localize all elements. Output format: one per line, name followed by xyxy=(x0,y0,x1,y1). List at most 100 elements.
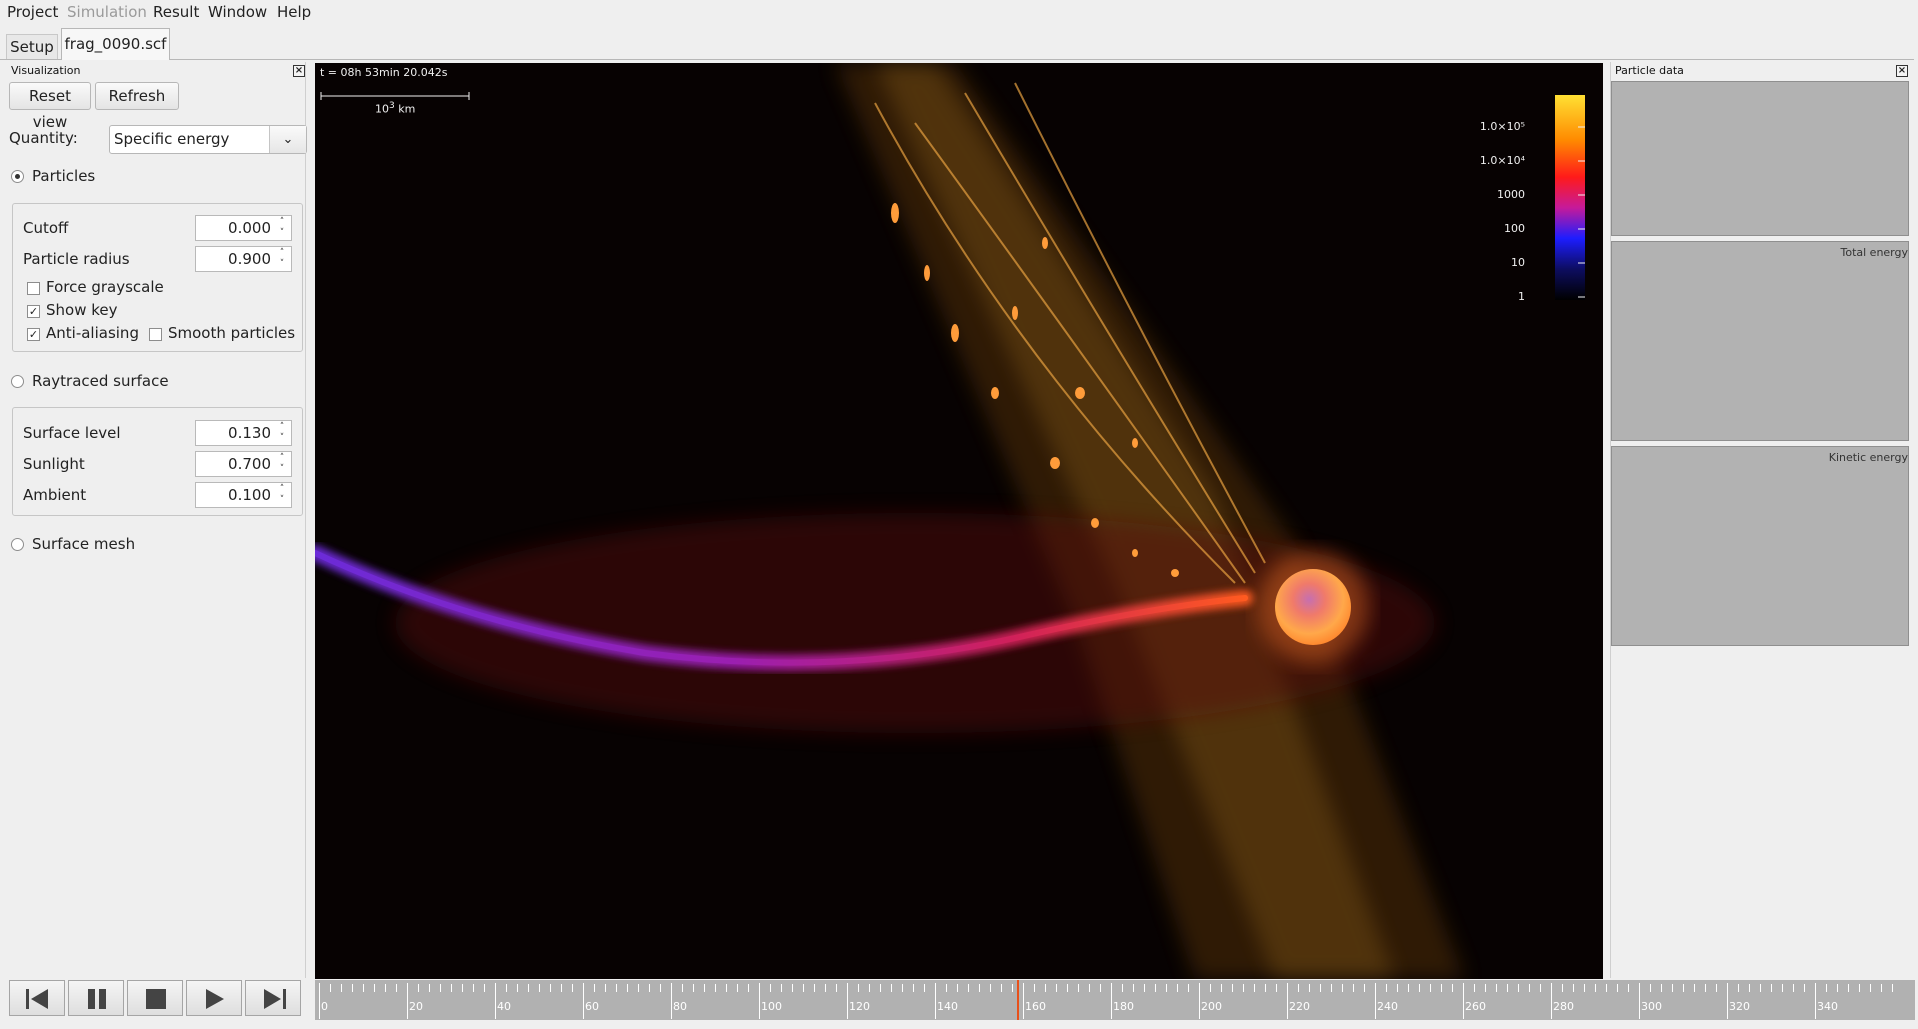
colorbar-label: 10 xyxy=(1511,256,1525,269)
ambient-spinbox[interactable]: 0.100 ˄ ˅ xyxy=(195,482,292,508)
timeline-minor-tick xyxy=(1001,984,1002,992)
timeline-minor-tick xyxy=(1298,984,1299,992)
step-forward-button[interactable] xyxy=(245,980,301,1016)
spin-arrows-icon[interactable]: ˄ ˅ xyxy=(275,422,289,444)
timeline-minor-tick xyxy=(1397,984,1398,992)
timeline-minor-tick xyxy=(638,984,639,992)
render-viewport[interactable]: t = 08h 53min 20.042s 103 km 1.0×10⁵ 1.0… xyxy=(315,63,1603,979)
timeline-minor-tick xyxy=(484,984,485,992)
particle-data-panel: Particle data × Total energy Kinetic ene… xyxy=(1610,62,1913,978)
timeline-cursor[interactable] xyxy=(1017,980,1019,1020)
timeline-minor-tick xyxy=(1408,984,1409,992)
surface-mesh-radio[interactable] xyxy=(11,538,24,551)
timeline-minor-tick xyxy=(1276,984,1277,992)
timeline-minor-tick xyxy=(1133,984,1134,992)
menu-project[interactable]: Project xyxy=(7,3,58,21)
particle-render xyxy=(315,63,1585,979)
raytrace-group: Surface level 0.130 ˄ ˅ Sunlight 0.700 ˄ ˅… xyxy=(12,407,303,516)
anti-aliasing-label: Anti-aliasing xyxy=(46,324,139,342)
timeline-tick xyxy=(1375,983,1376,1019)
total-energy-plot[interactable]: Total energy xyxy=(1611,241,1909,441)
menu-simulation[interactable]: Simulation xyxy=(67,3,147,21)
spin-arrows-icon[interactable]: ˄ ˅ xyxy=(275,484,289,506)
raytraced-radio[interactable] xyxy=(11,375,24,388)
panel-title: Particle data xyxy=(1615,64,1684,77)
timeline-label: 300 xyxy=(1641,1000,1662,1013)
spin-arrows-icon[interactable]: ˄ ˅ xyxy=(275,248,289,270)
particle-plot[interactable] xyxy=(1611,81,1909,236)
surface-level-spinbox[interactable]: 0.130 ˄ ˅ xyxy=(195,420,292,446)
reset-view-button[interactable]: Reset view xyxy=(9,82,91,131)
menu-result[interactable]: Result xyxy=(153,3,199,21)
scale-base: 10 xyxy=(375,102,389,116)
timeline-label: 80 xyxy=(673,1000,687,1013)
menu-help[interactable]: Help xyxy=(277,3,311,21)
timeline-minor-tick xyxy=(605,984,606,992)
time-label: t = 08h 53min 20.042s xyxy=(320,66,448,79)
timeline-minor-tick xyxy=(1881,984,1882,992)
timeline-label: 340 xyxy=(1817,1000,1838,1013)
radius-spinbox[interactable]: 0.900 ˄ ˅ xyxy=(195,246,292,272)
timeline-label: 160 xyxy=(1025,1000,1046,1013)
timeline-minor-tick xyxy=(1122,984,1123,992)
timeline-tick xyxy=(671,983,672,1019)
cutoff-spinbox[interactable]: 0.000 ˄ ˅ xyxy=(195,215,292,241)
timeline-tick xyxy=(1639,983,1640,1019)
step-back-button[interactable] xyxy=(9,980,65,1016)
timeline-minor-tick xyxy=(803,984,804,992)
timeline-minor-tick xyxy=(924,984,925,992)
timeline-minor-tick xyxy=(1584,984,1585,992)
timeline-minor-tick xyxy=(1188,984,1189,992)
close-icon[interactable]: × xyxy=(1896,65,1908,77)
sunlight-spinbox[interactable]: 0.700 ˄ ˅ xyxy=(195,451,292,477)
timeline-label: 140 xyxy=(937,1000,958,1013)
timeline-minor-tick xyxy=(374,984,375,992)
pause-button[interactable] xyxy=(68,980,124,1016)
sunlight-value: 0.700 xyxy=(228,455,271,473)
timeline-minor-tick xyxy=(1738,984,1739,992)
timeline-minor-tick xyxy=(1749,984,1750,992)
timeline-minor-tick xyxy=(836,984,837,992)
play-button[interactable] xyxy=(186,980,242,1016)
timeline-minor-tick xyxy=(737,984,738,992)
timeline-minor-tick xyxy=(990,984,991,992)
timeline-minor-tick xyxy=(1650,984,1651,992)
anti-aliasing-checkbox[interactable]: ✓ xyxy=(27,328,40,341)
timeline-minor-tick xyxy=(1353,984,1354,992)
quantity-select[interactable]: Specific energy ⌄ xyxy=(109,125,307,154)
force-grayscale-label: Force grayscale xyxy=(46,278,164,296)
timeline-minor-tick xyxy=(1870,984,1871,992)
chevron-down-icon[interactable]: ⌄ xyxy=(269,126,306,153)
spin-arrows-icon[interactable]: ˄ ˅ xyxy=(275,217,289,239)
tab-file[interactable]: frag_0090.scf xyxy=(61,28,170,60)
timeline-minor-tick xyxy=(1595,984,1596,992)
timeline-minor-tick xyxy=(946,984,947,992)
menu-window[interactable]: Window xyxy=(208,3,267,21)
timeline-minor-tick xyxy=(1529,984,1530,992)
timeline-label: 320 xyxy=(1729,1000,1750,1013)
timeline-minor-tick xyxy=(594,984,595,992)
colorbar-label: 1 xyxy=(1518,290,1525,303)
timeline-tick xyxy=(1551,983,1552,1019)
refresh-button[interactable]: Refresh xyxy=(95,82,179,110)
stop-button[interactable] xyxy=(127,980,183,1016)
show-key-checkbox[interactable]: ✓ xyxy=(27,305,40,318)
particles-radio[interactable] xyxy=(11,170,24,183)
timeline-minor-tick xyxy=(693,984,694,992)
tab-setup[interactable]: Setup xyxy=(6,34,58,59)
timeline-tick xyxy=(1111,983,1112,1019)
quantity-label: Quantity: xyxy=(9,129,78,147)
close-icon[interactable]: × xyxy=(293,65,305,77)
kinetic-energy-plot[interactable]: Kinetic energy xyxy=(1611,446,1909,646)
timeline-minor-tick xyxy=(1507,984,1508,992)
sunlight-label: Sunlight xyxy=(23,455,85,473)
timeline-minor-tick xyxy=(1617,984,1618,992)
smooth-particles-checkbox[interactable] xyxy=(149,328,162,341)
timeline-slider[interactable]: 0 20 40 60 80 100 120 140 160 180 200 220 240 260 280 3… xyxy=(315,980,1915,1020)
timeline-minor-tick xyxy=(825,984,826,992)
timeline-label: 40 xyxy=(497,1000,511,1013)
tab-bar: Setup frag_0090.scf xyxy=(0,26,1918,60)
spin-arrows-icon[interactable]: ˄ ˅ xyxy=(275,453,289,475)
colorbar-label: 1000 xyxy=(1497,188,1525,201)
force-grayscale-checkbox[interactable] xyxy=(27,282,40,295)
